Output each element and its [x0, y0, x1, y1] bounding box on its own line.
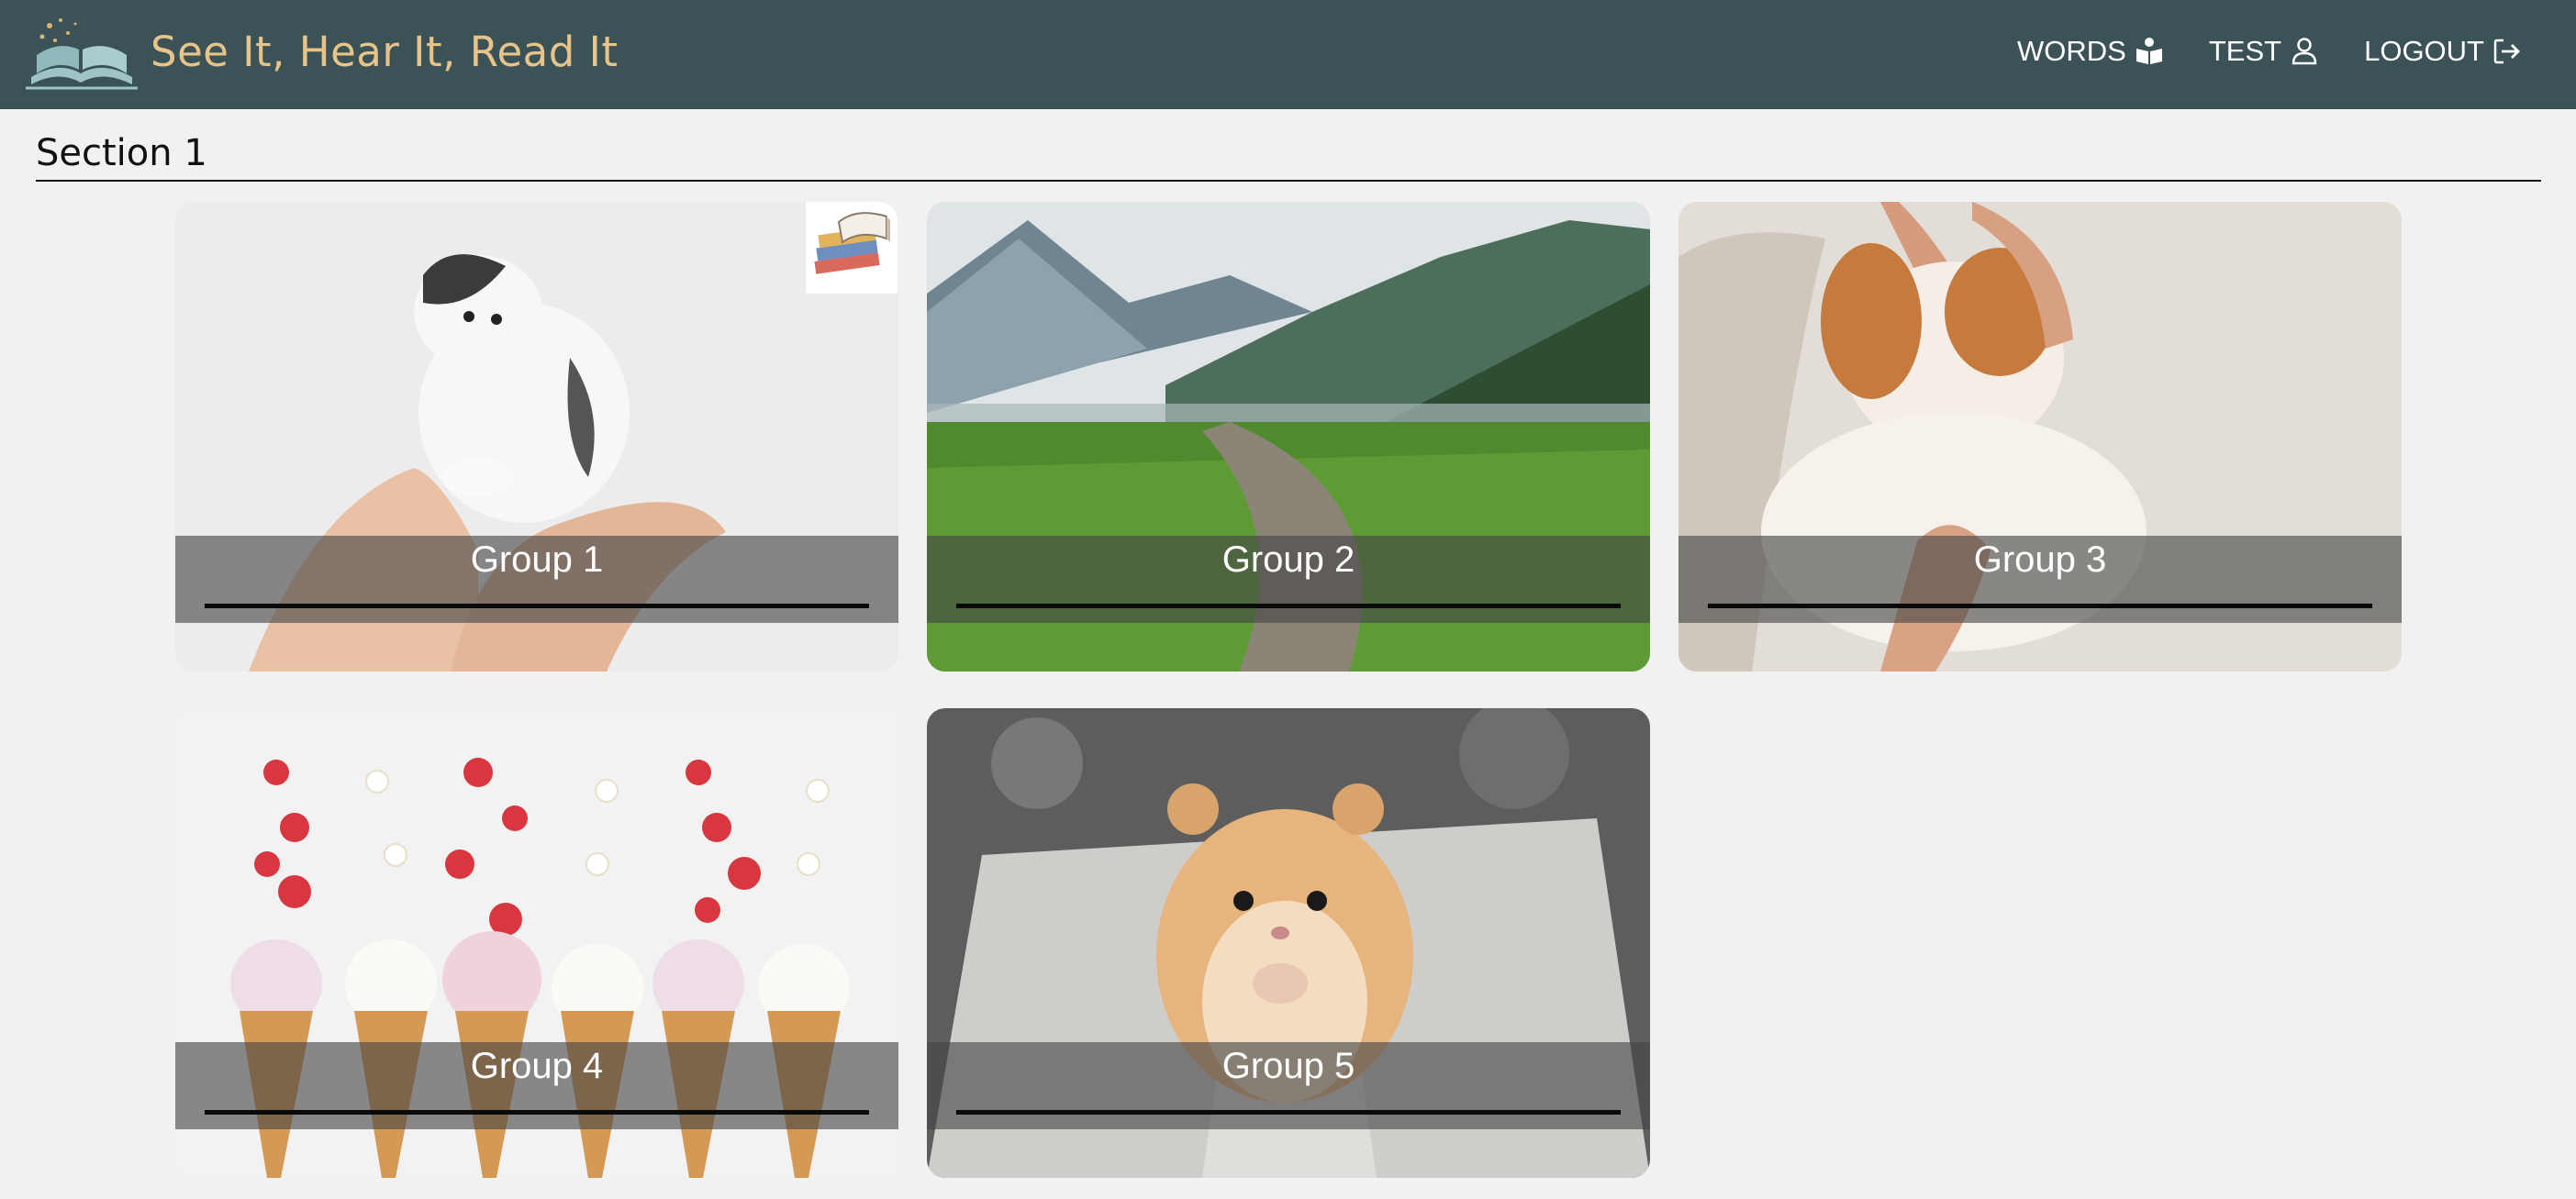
books-badge-icon — [806, 202, 898, 294]
group-label-underline — [956, 1110, 1621, 1115]
group-5-label: Group 5 — [1221, 1046, 1355, 1086]
user-icon — [2292, 38, 2317, 65]
group-label-underline — [205, 604, 869, 608]
book-reader-icon — [2136, 38, 2162, 64]
group-card-2[interactable]: Group 2 — [927, 202, 1650, 672]
open-book-logo-icon[interactable] — [22, 13, 141, 95]
group-card-1[interactable]: Group 1 — [175, 202, 898, 672]
logout-icon — [2493, 39, 2520, 64]
group-card-4[interactable]: Group 4 — [175, 708, 898, 1178]
group-label-underline — [956, 604, 1621, 608]
nav-words-link[interactable]: WORDS — [2017, 35, 2165, 68]
nav-test-label: TEST — [2208, 35, 2282, 67]
group-label-underline — [1708, 604, 2372, 608]
group-2-label: Group 2 — [1221, 539, 1355, 580]
section-title: Section 1 — [36, 132, 207, 174]
group-label-underline — [205, 1110, 869, 1115]
group-card-5[interactable]: Group 5 — [927, 708, 1650, 1178]
nav-test-link[interactable]: TEST — [2209, 35, 2320, 68]
nav-logout-label: LOGOUT — [2364, 35, 2484, 67]
section-divider — [36, 180, 2541, 182]
nav-logout-link[interactable]: LOGOUT — [2364, 35, 2523, 68]
group-1-label: Group 1 — [470, 539, 604, 580]
group-3-label: Group 3 — [1973, 539, 2107, 580]
group-card-3[interactable]: Group 3 — [1678, 202, 2402, 672]
app-title[interactable]: See It, Hear It, Read It — [151, 28, 618, 76]
nav-words-label: WORDS — [2017, 35, 2126, 67]
navbar: See It, Hear It, Read It WORDS TEST LOGO… — [0, 0, 2576, 109]
nav-links: WORDS TEST LOGOUT — [2017, 35, 2523, 68]
group-4-label: Group 4 — [470, 1046, 604, 1086]
